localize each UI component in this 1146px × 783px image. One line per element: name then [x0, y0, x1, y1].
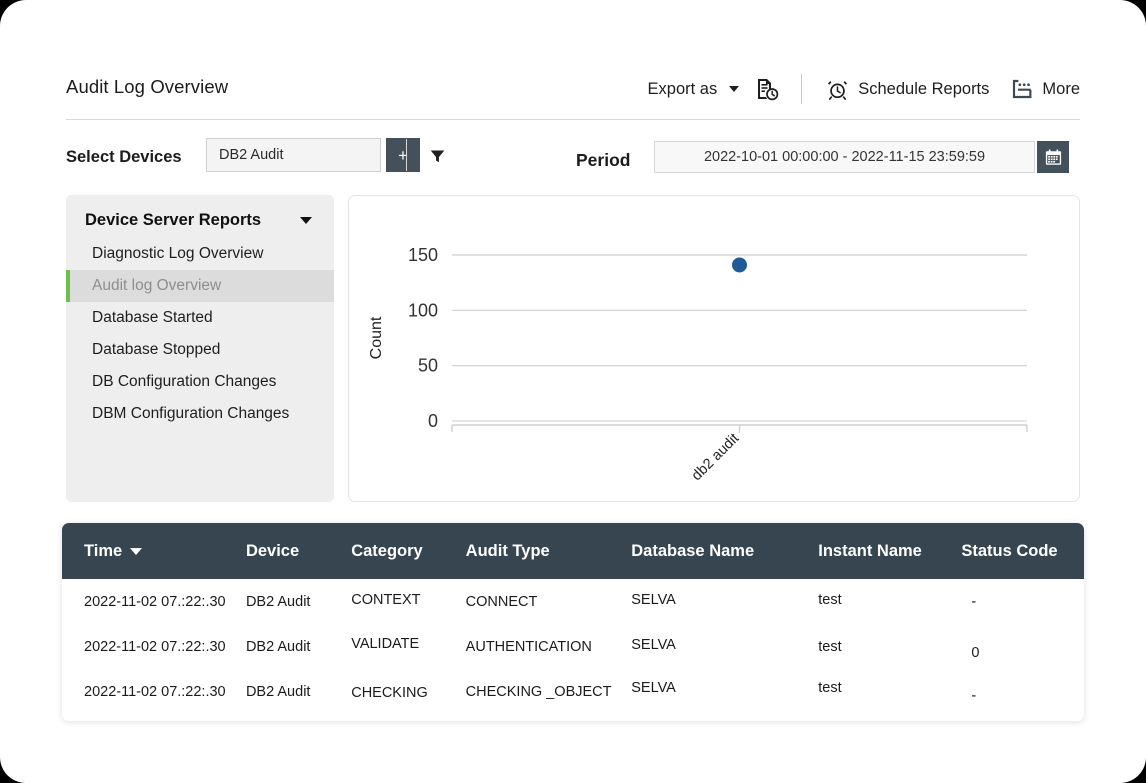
- column-header-instant-name[interactable]: Instant Name: [818, 523, 961, 579]
- sidebar-item-database-stopped[interactable]: Database Stopped: [66, 334, 334, 366]
- sidebar-item-db-configuration-changes[interactable]: DB Configuration Changes: [66, 366, 334, 398]
- sidebar-item-label: Audit log Overview: [92, 277, 221, 295]
- more-button[interactable]: More: [1011, 79, 1080, 99]
- column-header-category[interactable]: Category: [351, 523, 465, 579]
- cell-audit-type: CONNECT: [466, 579, 632, 624]
- table-header: Time Device Category Audit Type Database…: [62, 523, 1084, 579]
- y-axis-tick-label: 0: [428, 411, 438, 431]
- cell-time: 2022-11-02 07.:22:.30: [62, 624, 246, 669]
- cell-device: DB2 Audit: [246, 624, 351, 669]
- cell-instant-name: test: [818, 624, 961, 669]
- cell-time: 2022-11-02 07.:22:.30: [62, 579, 246, 624]
- column-header-audit-type[interactable]: Audit Type: [466, 523, 632, 579]
- sidebar-item-label: Database Started: [92, 309, 213, 327]
- cell-database-name: SELVA: [631, 577, 818, 622]
- sidebar-nav: Diagnostic Log Overview Audit log Overvi…: [66, 238, 334, 430]
- column-header-database-name[interactable]: Database Name: [631, 523, 818, 579]
- cell-device: DB2 Audit: [246, 579, 351, 624]
- column-header-device[interactable]: Device: [246, 523, 351, 579]
- table-body: 2022-11-02 07.:22:.30 DB2 Audit CONTEXT …: [62, 579, 1084, 714]
- column-header-label: Time: [84, 542, 122, 561]
- page-header: Audit Log Overview Export as: [66, 72, 1080, 120]
- cell-instant-name: test: [818, 577, 961, 622]
- cell-time: 2022-11-02 07.:22:.30: [62, 669, 246, 714]
- y-axis-tick-label: 50: [418, 356, 438, 376]
- cell-status-code: 0: [961, 630, 1084, 675]
- table-row[interactable]: 2022-11-02 07.:22:.30 DB2 Audit VALIDATE…: [62, 624, 1084, 669]
- alarm-clock-icon: [826, 78, 849, 101]
- cell-status-code: -: [961, 579, 1084, 624]
- y-axis-tick-label: 150: [408, 245, 438, 265]
- sidebar-item-label: DB Configuration Changes: [92, 373, 276, 391]
- cell-device: DB2 Audit: [246, 669, 351, 714]
- filter-bar: Select Devices DB2 Audit + Period 2022-1…: [66, 138, 1080, 180]
- page-title: Audit Log Overview: [66, 72, 228, 98]
- table-row[interactable]: 2022-11-02 07.:22:.30 DB2 Audit CHECKING…: [62, 669, 1084, 714]
- more-label: More: [1042, 80, 1080, 99]
- document-clock-icon: [755, 77, 779, 101]
- cell-category: VALIDATE: [351, 621, 465, 666]
- table-row[interactable]: 2022-11-02 07.:22:.30 DB2 Audit CONTEXT …: [62, 579, 1084, 624]
- cell-status-code: -: [961, 673, 1084, 718]
- more-box-icon: [1011, 79, 1033, 99]
- export-as-label: Export as: [648, 80, 718, 99]
- sidebar-item-database-started[interactable]: Database Started: [66, 302, 334, 334]
- period-input[interactable]: 2022-10-01 00:00:00 - 2022-11-15 23:59:5…: [654, 141, 1035, 173]
- filterbar-divider: [406, 139, 407, 171]
- cell-database-name: SELVA: [631, 665, 818, 710]
- calendar-icon[interactable]: [1037, 141, 1069, 173]
- sidebar-item-diagnostic-log-overview[interactable]: Diagnostic Log Overview: [66, 238, 334, 270]
- cell-audit-type: AUTHENTICATION: [466, 624, 632, 669]
- schedule-reports-label: Schedule Reports: [858, 80, 989, 99]
- add-device-button[interactable]: +: [386, 138, 420, 172]
- chart-data-point[interactable]: [732, 257, 747, 272]
- funnel-filter-icon[interactable]: [424, 144, 450, 168]
- header-toolbar: Export as: [648, 72, 1080, 104]
- chevron-down-icon[interactable]: [300, 217, 312, 224]
- cell-instant-name: test: [818, 665, 961, 710]
- toolbar-divider: [801, 74, 802, 104]
- y-axis-title: Count: [368, 316, 385, 359]
- select-devices-label: Select Devices: [66, 148, 182, 167]
- y-axis-tick-label: 100: [408, 300, 438, 320]
- cell-audit-type: CHECKING _OBJECT: [466, 669, 632, 714]
- audit-log-table: Time Device Category Audit Type Database…: [62, 523, 1084, 714]
- cell-category: CONTEXT: [351, 577, 465, 622]
- column-header-time[interactable]: Time: [62, 523, 246, 579]
- sidebar-title: Device Server Reports: [85, 211, 261, 230]
- device-select-input[interactable]: DB2 Audit: [206, 138, 381, 172]
- cell-database-name: SELVA: [631, 622, 818, 667]
- sidebar-item-label: Database Stopped: [92, 341, 220, 359]
- chart-card: 0 50 100 150 db2 audit Count: [348, 195, 1080, 502]
- audit-count-scatter-chart[interactable]: 0 50 100 150 db2 audit Count: [349, 196, 1081, 503]
- sidebar-item-dbm-configuration-changes[interactable]: DBM Configuration Changes: [66, 398, 334, 430]
- sort-descending-caret-icon[interactable]: [130, 548, 142, 555]
- period-label: Period: [576, 150, 630, 171]
- export-as-button[interactable]: Export as: [648, 80, 740, 99]
- app-root: Audit Log Overview Export as: [0, 0, 1146, 783]
- chevron-down-icon: [729, 86, 739, 92]
- x-axis-tick-label: db2 audit: [689, 431, 743, 485]
- schedule-reports-button[interactable]: Schedule Reports: [826, 78, 989, 101]
- schedule-export-button[interactable]: [755, 77, 779, 101]
- sidebar-item-label: Diagnostic Log Overview: [92, 245, 263, 263]
- sidebar-item-label: DBM Configuration Changes: [92, 405, 289, 423]
- audit-log-table-card: Time Device Category Audit Type Database…: [62, 523, 1084, 721]
- sidebar-header[interactable]: Device Server Reports: [66, 195, 334, 238]
- sidebar-item-audit-log-overview[interactable]: Audit log Overview: [66, 270, 334, 302]
- table-header-row: Time Device Category Audit Type Database…: [62, 523, 1084, 579]
- sidebar: Device Server Reports Diagnostic Log Ove…: [66, 195, 334, 502]
- cell-category: CHECKING: [351, 670, 465, 715]
- column-header-status-code[interactable]: Status Code: [961, 523, 1084, 579]
